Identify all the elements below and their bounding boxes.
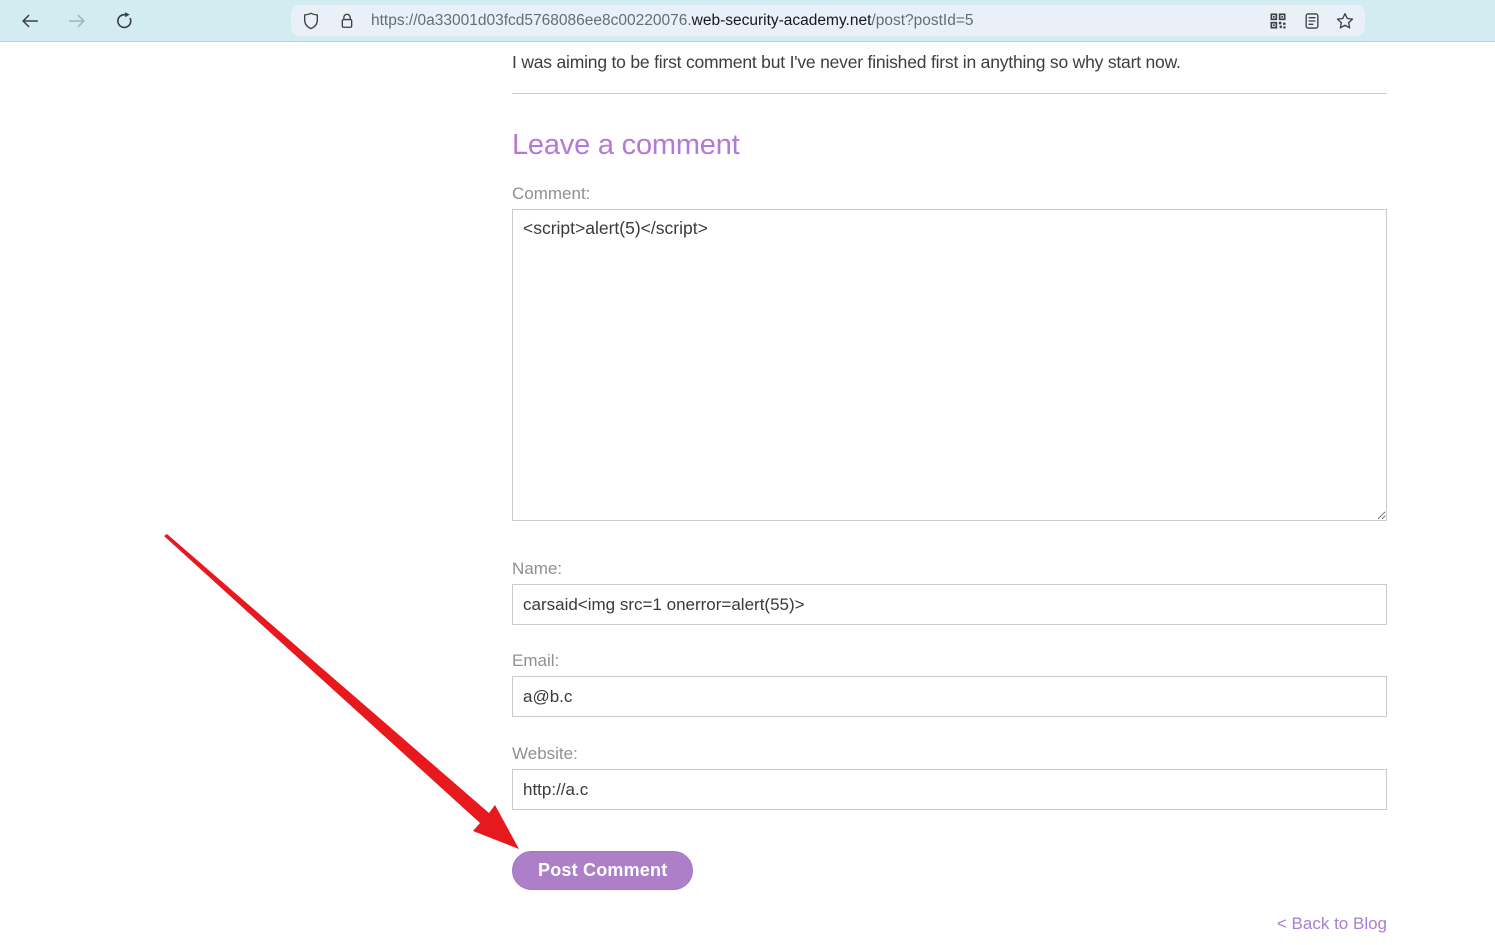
forward-icon[interactable]	[66, 10, 88, 32]
bookmark-star-icon[interactable]	[1335, 11, 1355, 31]
name-input[interactable]	[512, 584, 1387, 625]
website-input[interactable]	[512, 769, 1387, 810]
browser-toolbar: https://0a33001d03fcd5768086ee8c00220076…	[0, 0, 1495, 42]
back-to-blog-link[interactable]: < Back to Blog	[1277, 914, 1387, 933]
comment-label: Comment:	[512, 184, 591, 203]
comment-textarea[interactable]: <script>alert(5)</script>	[512, 209, 1387, 521]
url-text[interactable]: https://0a33001d03fcd5768086ee8c00220076…	[371, 12, 1268, 30]
back-link-row: < Back to Blog	[512, 914, 1387, 934]
lock-icon[interactable]	[337, 11, 357, 31]
section-divider	[512, 93, 1387, 94]
back-icon[interactable]	[19, 10, 41, 32]
url-scheme-subdomain: https://0a33001d03fcd5768086ee8c00220076…	[371, 11, 692, 29]
shield-icon[interactable]	[301, 11, 321, 31]
email-input[interactable]	[512, 676, 1387, 717]
url-path: /post?postId=5	[871, 11, 974, 29]
qr-code-icon[interactable]	[1268, 11, 1288, 31]
reload-icon[interactable]	[113, 10, 135, 32]
leave-comment-heading: Leave a comment	[512, 129, 740, 161]
post-comment-button[interactable]: Post Comment	[512, 851, 694, 890]
comment-form: Comment: <script>alert(5)</script> Name:…	[512, 184, 1387, 890]
website-label: Website:	[512, 744, 578, 763]
reader-mode-icon[interactable]	[1302, 11, 1322, 31]
existing-comment-text: I was aiming to be first comment but I'v…	[512, 52, 1181, 72]
name-label: Name:	[512, 559, 563, 578]
email-label: Email:	[512, 651, 560, 670]
blog-post-page: I was aiming to be first comment but I'v…	[512, 42, 1387, 934]
address-bar[interactable]: https://0a33001d03fcd5768086ee8c00220076…	[291, 5, 1365, 36]
url-domain: web-security-academy.net	[691, 11, 872, 29]
